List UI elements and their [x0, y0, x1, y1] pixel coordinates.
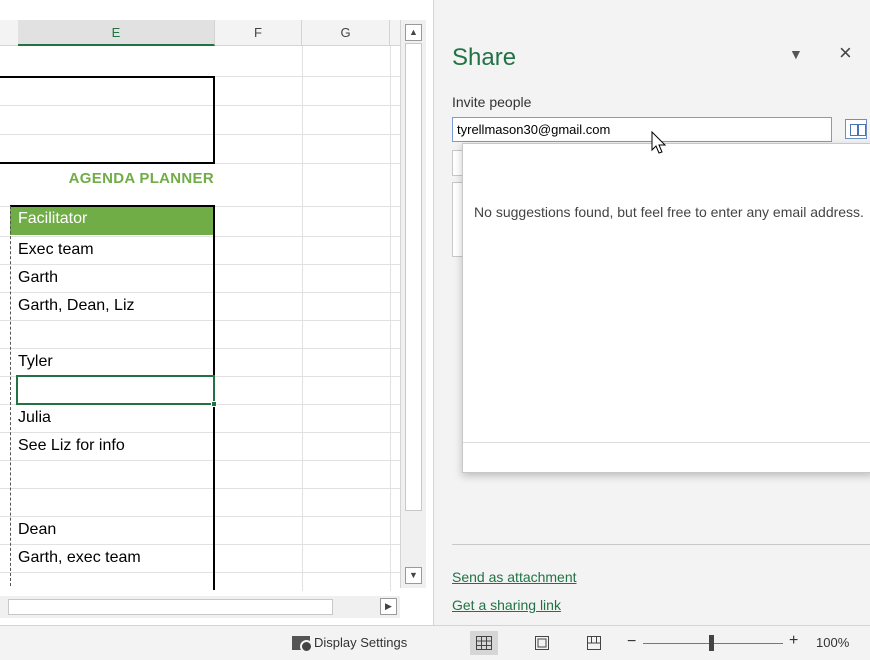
normal-view-button[interactable]: [470, 631, 498, 655]
title-box-border: [0, 162, 215, 164]
address-book-icon[interactable]: [845, 119, 867, 139]
invite-email-input[interactable]: [452, 117, 832, 142]
column-header-f[interactable]: F: [215, 20, 302, 46]
page-break-line: [10, 206, 11, 586]
display-settings-button[interactable]: Display Settings: [292, 635, 408, 653]
cell-e-julia[interactable]: Julia: [18, 406, 51, 430]
divider: [463, 442, 870, 443]
cell-e-garth[interactable]: Garth: [18, 266, 58, 290]
page-break-icon: [587, 636, 601, 650]
zoom-slider-thumb[interactable]: [709, 635, 714, 651]
share-pane: Share ▼ × Invite people No suggestions f…: [433, 0, 870, 625]
page-layout-view-button[interactable]: [528, 631, 556, 655]
gridline: [0, 488, 400, 489]
agenda-planner-title: AGENDA PLANNER: [68, 170, 214, 187]
cell-e-see-liz[interactable]: See Liz for info: [18, 434, 125, 458]
facilitator-header-label: Facilitator: [18, 210, 88, 227]
grid-icon: [476, 636, 492, 650]
title-box-border: [213, 76, 215, 164]
gridline: [0, 292, 400, 293]
gridline: [390, 46, 391, 591]
fill-handle[interactable]: [211, 401, 217, 407]
column-header-g[interactable]: G: [302, 20, 390, 46]
cell-e-tyler[interactable]: Tyler: [18, 350, 53, 374]
gridline: [0, 236, 400, 237]
page-break-view-button[interactable]: [580, 631, 608, 655]
zoom-in-button[interactable]: +: [789, 632, 798, 650]
cell-e-garth-dean-liz[interactable]: Garth, Dean, Liz: [18, 294, 135, 318]
zoom-out-button[interactable]: −: [627, 633, 636, 651]
column-header-e[interactable]: E: [18, 20, 215, 46]
facilitator-header-cell[interactable]: Facilitator: [10, 207, 214, 235]
close-icon[interactable]: ×: [839, 40, 852, 66]
scroll-right-icon[interactable]: ▶: [380, 598, 397, 615]
gridline: [0, 264, 400, 265]
gridline: [0, 348, 400, 349]
pane-options-icon[interactable]: ▼: [789, 46, 803, 62]
mouse-cursor-icon: [651, 130, 667, 160]
display-settings-label: Display Settings: [314, 635, 408, 650]
status-bar: Display Settings − + 100%: [0, 625, 870, 660]
selected-cell[interactable]: [16, 375, 215, 405]
horizontal-scrollbar[interactable]: ▶: [0, 596, 400, 618]
gridline: [302, 46, 303, 591]
get-sharing-link[interactable]: Get a sharing link: [452, 597, 561, 613]
gridline: [0, 572, 400, 573]
vertical-scroll-thumb[interactable]: [405, 43, 422, 511]
gridline: [0, 134, 400, 135]
gridline: [0, 105, 400, 106]
share-pane-title: Share: [452, 44, 517, 71]
send-as-attachment-link[interactable]: Send as attachment: [452, 569, 577, 585]
no-suggestions-message: No suggestions found, but feel free to e…: [474, 204, 864, 220]
worksheet-area[interactable]: E F G AGENDA PLANNER Facilitator Exec te…: [0, 0, 433, 625]
gridline: [0, 544, 400, 545]
page-layout-icon: [535, 636, 549, 650]
cell-e-exec-team[interactable]: Exec team: [18, 238, 94, 262]
gridline: [0, 432, 400, 433]
gridline: [0, 516, 400, 517]
horizontal-scroll-thumb[interactable]: [8, 599, 333, 615]
divider: [452, 544, 870, 545]
gridline: [0, 460, 400, 461]
scroll-down-icon[interactable]: ▼: [405, 567, 422, 584]
cell-e-dean[interactable]: Dean: [18, 518, 56, 542]
cell-e-garth-exec-team[interactable]: Garth, exec team: [18, 546, 141, 570]
gridline: [0, 320, 400, 321]
suggestions-dropdown: No suggestions found, but feel free to e…: [462, 143, 870, 473]
display-settings-icon: [292, 635, 313, 653]
zoom-level[interactable]: 100%: [816, 635, 849, 650]
title-box-border: [0, 76, 215, 78]
scroll-up-icon[interactable]: ▲: [405, 24, 422, 41]
column-header-row: E F G: [0, 20, 400, 46]
vertical-scrollbar[interactable]: ▲ ▼: [400, 20, 426, 588]
invite-people-label: Invite people: [452, 94, 532, 110]
